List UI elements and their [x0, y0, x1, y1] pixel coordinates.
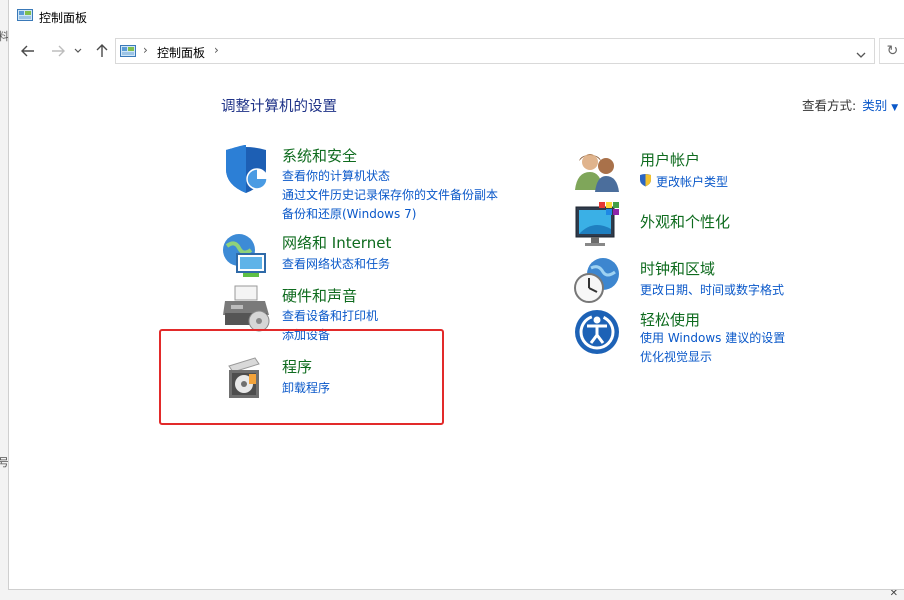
address-bar[interactable]: › 控制面板 ›: [115, 38, 875, 64]
address-dropdown-button[interactable]: [856, 43, 866, 62]
dropdown-triangle-icon[interactable]: ▼: [891, 103, 898, 113]
background-desktop-left: 料 号: [0, 0, 9, 600]
breadcrumb-separator[interactable]: ›: [143, 43, 148, 57]
category-title[interactable]: 外观和个性化: [640, 211, 730, 232]
window-title: 控制面板: [39, 11, 88, 25]
category-link[interactable]: 更改日期、时间或数字格式: [640, 281, 784, 298]
category-link[interactable]: 通过文件历史记录保存你的文件备份副本: [282, 186, 498, 203]
control-panel-window: 控制面板 › 控制面板 › ↻ 调整计算机的设置 查看方式: 类别 ▼ 系统和安…: [8, 0, 904, 590]
category-link[interactable]: 查看设备和打印机: [282, 307, 378, 324]
highlight-box: [159, 329, 444, 425]
breadcrumb[interactable]: 控制面板: [157, 44, 205, 61]
recent-chevron-icon: [74, 48, 82, 53]
category-link[interactable]: 备份和还原(Windows 7): [282, 205, 416, 222]
globe-network-icon[interactable]: [221, 232, 271, 282]
clock-globe-icon[interactable]: [573, 256, 623, 306]
category-title[interactable]: 系统和安全: [282, 145, 357, 166]
forward-button[interactable]: [47, 40, 69, 62]
control-panel-icon: [120, 44, 136, 63]
shield-icon[interactable]: [221, 144, 271, 195]
view-by: 查看方式: 类别 ▼: [802, 95, 898, 114]
forward-arrow-icon: [52, 45, 65, 57]
category-link[interactable]: 查看你的计算机状态: [282, 167, 390, 184]
up-arrow-icon: [96, 44, 108, 57]
chevron-down-icon: [856, 52, 866, 58]
uac-shield-icon: [639, 172, 652, 191]
control-panel-icon: [17, 8, 33, 27]
ease-of-access-icon[interactable]: [573, 307, 623, 357]
title-bar: 控制面板: [9, 0, 904, 32]
view-by-dropdown[interactable]: 类别: [862, 98, 887, 113]
background-desktop-bottom: ✕: [0, 588, 904, 600]
category-title[interactable]: 用户帐户: [640, 149, 700, 170]
category-link[interactable]: 使用 Windows 建议的设置: [640, 329, 785, 346]
screen: 料 号 ✕ 控制面板 › 控制面板 › ↻ 调整计算机的设置 查看方式: 类别 …: [0, 0, 904, 600]
page-title: 调整计算机的设置: [221, 99, 337, 115]
monitor-palette-icon[interactable]: [573, 201, 623, 251]
back-arrow-icon: [21, 45, 34, 57]
breadcrumb-separator[interactable]: ›: [214, 43, 219, 57]
category-link[interactable]: 查看网络状态和任务: [282, 255, 390, 272]
users-icon[interactable]: [573, 148, 623, 198]
recent-locations-button[interactable]: [71, 40, 85, 62]
up-button[interactable]: [91, 40, 113, 62]
category-link[interactable]: 更改帐户类型: [656, 173, 728, 190]
printer-icon[interactable]: [221, 283, 271, 333]
category-link[interactable]: 优化视觉显示: [640, 348, 712, 365]
refresh-icon: ↻: [886, 43, 899, 59]
category-title[interactable]: 时钟和区域: [640, 258, 715, 279]
navigation-bar: › 控制面板 › ↻: [9, 36, 904, 66]
category-title[interactable]: 硬件和声音: [282, 285, 357, 306]
back-button[interactable]: [17, 40, 39, 62]
refresh-button[interactable]: ↻: [879, 38, 904, 64]
view-by-label: 查看方式:: [802, 98, 857, 113]
category-title[interactable]: 网络和 Internet: [282, 232, 391, 253]
category-title[interactable]: 轻松使用: [640, 309, 700, 330]
